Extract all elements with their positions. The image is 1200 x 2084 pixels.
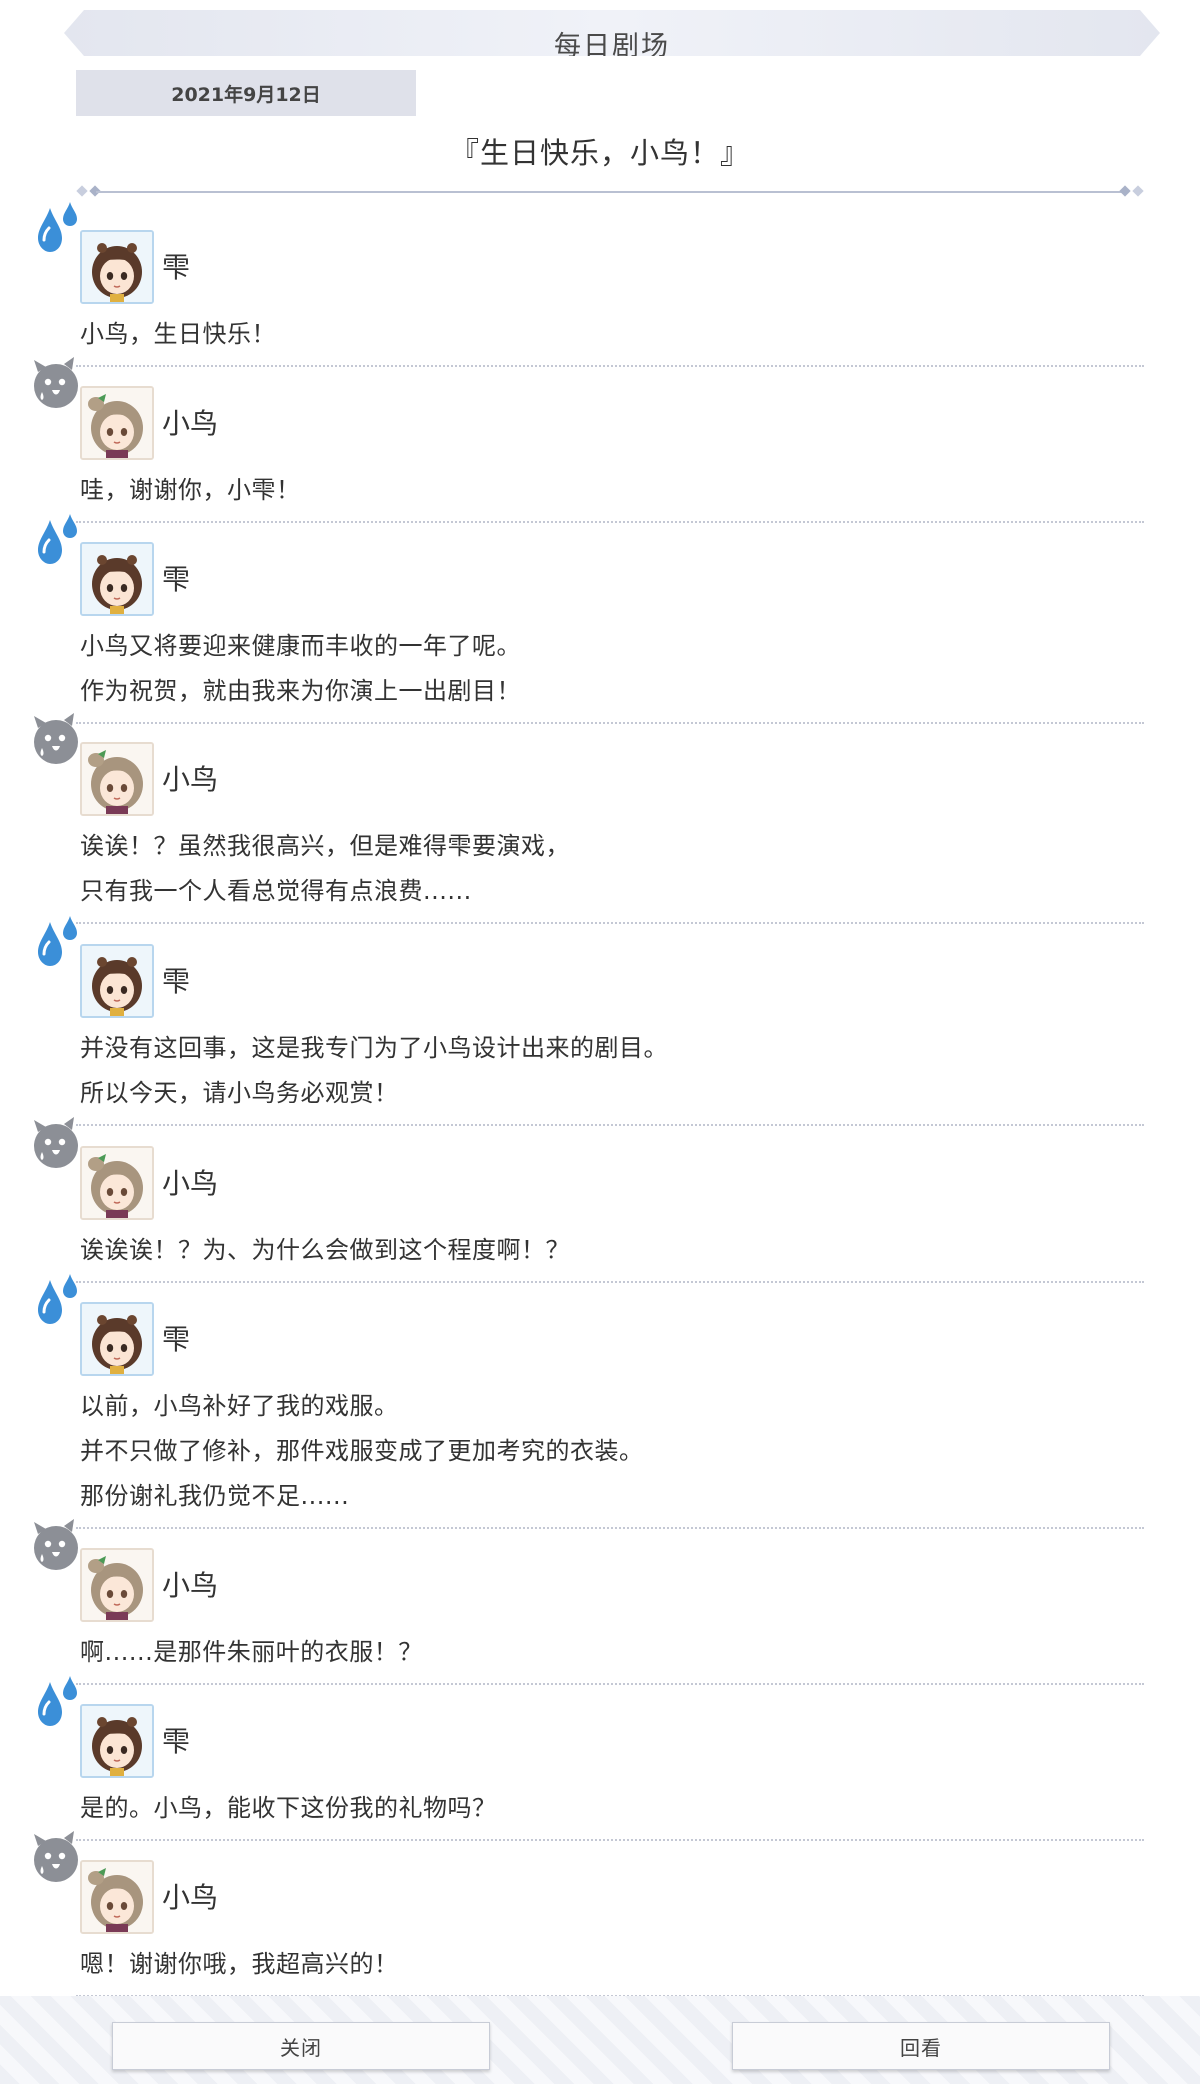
speaker-name: 雫 [162,251,191,284]
entry-separator [76,922,1144,924]
dialogue-line: 哇，谢谢你，小雫！ [80,476,301,504]
water-drops-icon [30,512,86,568]
speaker-name: 雫 [162,1323,191,1356]
dialogue-line: 诶诶！？虽然我很高兴，但是难得雫要演戏， [80,832,570,860]
entry-separator [76,365,1144,367]
speaker-name: 小鸟 [162,763,219,796]
dialogue-line: 所以今天，请小鸟务必观赏！ [80,1079,399,1107]
avatar-shizuku [80,944,154,1018]
avatar-kotori [80,1146,154,1220]
speaker-name: 雫 [162,965,191,998]
water-drops-icon [30,1272,86,1328]
speaker-name: 雫 [162,563,191,596]
dialogue-line: 小鸟又将要迎来健康而丰收的一年了呢。 [80,632,521,660]
entry-separator [76,722,1144,724]
replay-button[interactable]: 回看 [732,2022,1110,2070]
dialogue-line: 只有我一个人看总觉得有点浪费...... [80,877,472,905]
dialogue-line: 以前，小鸟补好了我的戏服。 [80,1392,399,1420]
avatar-shizuku [80,1302,154,1376]
avatar-shizuku [80,542,154,616]
entry-separator [76,1124,1144,1126]
entry-separator [76,1527,1144,1529]
avatar-kotori [80,742,154,816]
speaker-name: 小鸟 [162,1167,219,1200]
avatar-kotori [80,1548,154,1622]
date-label: 2021年9月12日 [171,83,321,106]
dialogue-line: 并不只做了修补，那件戏服变成了更加考究的衣装。 [80,1437,644,1465]
speaker-name: 小鸟 [162,1569,219,1602]
sweat-face-icon [30,710,86,766]
dialogue-line: 嗯！谢谢你哦，我超高兴的！ [80,1950,399,1978]
title-banner: 每日剧场 [64,10,1160,56]
speaker-name: 小鸟 [162,1881,219,1914]
avatar-kotori [80,1860,154,1934]
water-drops-icon [30,200,86,256]
speaker-name: 小鸟 [162,407,219,440]
water-drops-icon [30,914,86,970]
title-divider [76,185,1144,198]
page-title: 每日剧场 [554,31,670,62]
sweat-face-icon [30,354,86,410]
sweat-face-icon [30,1516,86,1572]
avatar-shizuku [80,230,154,304]
dialogue-line: 并没有这回事，这是我专门为了小鸟设计出来的剧目。 [80,1034,668,1062]
dialogue-line: 诶诶诶！？为、为什么会做到这个程度啊！？ [80,1236,570,1264]
sweat-face-icon [30,1114,86,1170]
dialogue-line: 作为祝贺，就由我来为你演上一出剧目！ [80,677,521,705]
story-title: 『生日快乐，小鸟！』 [449,136,750,170]
dialogue-line: 啊......是那件朱丽叶的衣服！？ [80,1638,423,1666]
dialogue-line: 是的。小鸟，能收下这份我的礼物吗？ [80,1794,497,1822]
entry-separator [76,1281,1144,1283]
date-badge: 2021年9月12日 [76,70,416,116]
entry-separator [76,1839,1144,1841]
avatar-shizuku [80,1704,154,1778]
entry-separator [76,1683,1144,1685]
sweat-face-icon [30,1828,86,1884]
entry-separator [76,521,1144,523]
close-button[interactable]: 关闭 [112,2022,490,2070]
avatar-kotori [80,386,154,460]
dialogue-line: 那份谢礼我仍觉不足...... [80,1482,350,1510]
dialogue-line: 小鸟，生日快乐！ [80,320,276,348]
water-drops-icon [30,1674,86,1730]
speaker-name: 雫 [162,1725,191,1758]
